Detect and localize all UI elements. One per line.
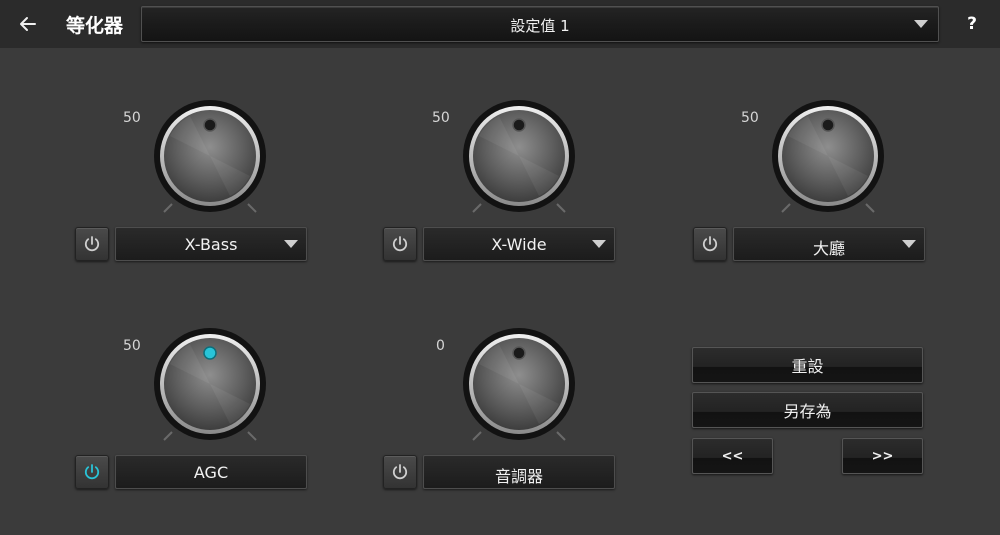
knob-dial-icon — [463, 100, 575, 213]
top-bar: 等化器 設定值 1 ? — [0, 0, 1000, 48]
power-icon — [702, 236, 718, 252]
save-as-button[interactable]: 另存為 — [692, 392, 923, 428]
knob-value-tone: 0 — [436, 338, 445, 354]
page-title: 等化器 — [66, 15, 124, 37]
effect-dropdown-hall[interactable]: 大廳 — [733, 227, 925, 261]
chevron-down-icon — [914, 20, 928, 28]
prev-preset-button[interactable]: << — [692, 438, 773, 474]
power-icon — [392, 464, 408, 480]
effect-label-box-tone: 音調器 — [423, 455, 615, 489]
power-button-xbass[interactable] — [75, 227, 109, 261]
help-button[interactable]: ? — [958, 8, 986, 40]
knob-value-xbass: 50 — [123, 110, 141, 126]
power-button-tone[interactable] — [383, 455, 417, 489]
knob-value-hall: 50 — [741, 110, 759, 126]
knob-tone[interactable] — [459, 324, 579, 444]
back-arrow-icon[interactable] — [12, 8, 44, 40]
knob-value-agc: 50 — [123, 338, 141, 354]
effect-label-box-agc: AGC — [115, 455, 307, 489]
knob-xwide[interactable] — [459, 96, 579, 216]
effect-dropdown-xbass[interactable]: X-Bass — [115, 227, 307, 261]
knob-dial-icon — [463, 328, 575, 441]
effect-label-hall: 大廳 — [812, 239, 845, 258]
chevron-down-icon — [592, 240, 606, 248]
power-button-hall[interactable] — [693, 227, 727, 261]
effect-label-agc: AGC — [193, 463, 229, 482]
reset-button[interactable]: 重設 — [692, 347, 923, 383]
knob-xbass[interactable] — [150, 96, 270, 216]
preset-label: 設定值 1 — [510, 17, 570, 35]
preset-dropdown[interactable]: 設定值 1 — [141, 6, 939, 42]
power-button-agc[interactable] — [75, 455, 109, 489]
knob-dial-icon — [772, 100, 884, 213]
effect-label-xwide: X-Wide — [491, 235, 547, 254]
power-icon — [84, 236, 100, 252]
chevron-down-icon — [902, 240, 916, 248]
effect-label-xbass: X-Bass — [184, 235, 238, 254]
chevron-down-icon — [284, 240, 298, 248]
next-preset-button[interactable]: >> — [842, 438, 923, 474]
knob-dial-icon — [154, 100, 266, 213]
power-icon — [392, 236, 408, 252]
knob-value-xwide: 50 — [432, 110, 450, 126]
effect-dropdown-xwide[interactable]: X-Wide — [423, 227, 615, 261]
knob-hall[interactable] — [768, 96, 888, 216]
knob-agc[interactable] — [150, 324, 270, 444]
knob-dial-icon — [154, 328, 266, 441]
power-icon — [84, 464, 100, 480]
effect-label-tone: 音調器 — [494, 467, 543, 486]
power-button-xwide[interactable] — [383, 227, 417, 261]
